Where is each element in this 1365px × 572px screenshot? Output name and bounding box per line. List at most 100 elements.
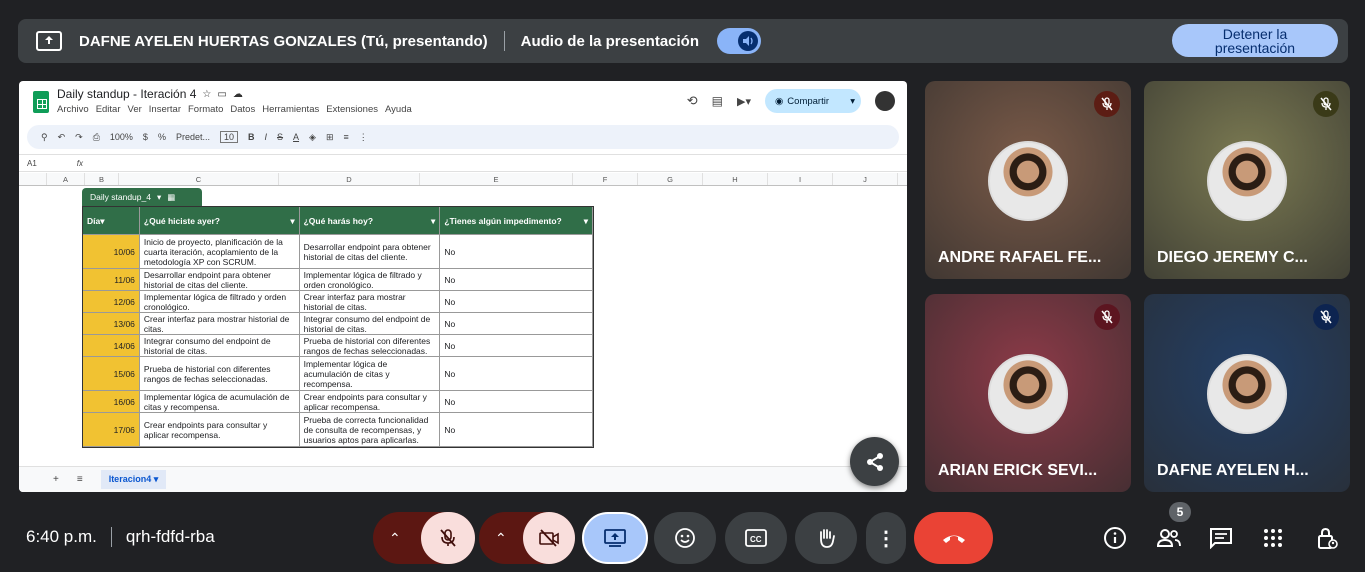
- undo-icon[interactable]: ↶: [58, 132, 66, 143]
- camera-off-button[interactable]: [523, 512, 575, 564]
- table-row[interactable]: 10/06 Inicio de proyecto, planificación d…: [83, 235, 594, 269]
- search-icon[interactable]: ⚲: [41, 132, 48, 143]
- present-button[interactable]: [582, 512, 648, 564]
- column-header[interactable]: I: [768, 173, 833, 185]
- more-options-button[interactable]: ⋮: [866, 512, 906, 564]
- zoom-select[interactable]: 100%: [110, 132, 133, 142]
- table-cell[interactable]: No: [440, 235, 594, 268]
- menu-item[interactable]: Archivo: [57, 104, 89, 115]
- shared-screen-sheet[interactable]: Daily standup - Iteración 4 ☆ ▭ ☁ Archiv…: [19, 81, 907, 492]
- host-controls-button[interactable]: [1313, 524, 1341, 552]
- captions-button[interactable]: CC: [725, 512, 787, 564]
- star-icon[interactable]: ☆: [202, 89, 211, 100]
- share-fab-button[interactable]: [850, 437, 899, 486]
- table-cell[interactable]: No: [440, 313, 594, 334]
- history-icon[interactable]: ⟲: [687, 93, 698, 109]
- table-cell[interactable]: Crear endpoints para consultar y aplicar…: [140, 413, 300, 446]
- header-ayer[interactable]: ¿Qué hiciste ayer? ▾: [140, 207, 300, 234]
- table-cell[interactable]: 14/06: [83, 335, 140, 356]
- people-button[interactable]: [1155, 524, 1183, 552]
- activities-button[interactable]: [1259, 524, 1287, 552]
- corner-cell[interactable]: [19, 173, 47, 185]
- menu-item[interactable]: Formato: [188, 104, 223, 115]
- column-header[interactable]: J: [833, 173, 898, 185]
- standup-table[interactable]: Día ▾ ¿Qué hiciste ayer? ▾ ¿Qué harás hoy?…: [82, 206, 594, 448]
- menu-item[interactable]: Ayuda: [385, 104, 412, 115]
- cell-ref[interactable]: A1: [27, 159, 37, 168]
- more-options-icon[interactable]: ⋮: [359, 132, 368, 143]
- table-cell[interactable]: No: [440, 391, 594, 412]
- menu-item[interactable]: Insertar: [149, 104, 181, 115]
- share-button[interactable]: ◉ Compartir ▾: [765, 89, 861, 113]
- table-cell[interactable]: Desarrollar endpoint para obtener histor…: [140, 269, 300, 290]
- table-cell[interactable]: 11/06: [83, 269, 140, 290]
- table-cell[interactable]: Prueba de historial con diferentes rango…: [300, 335, 441, 356]
- percent-icon[interactable]: %: [158, 132, 166, 142]
- column-header[interactable]: E: [420, 173, 573, 185]
- italic-icon[interactable]: I: [265, 132, 268, 142]
- currency-icon[interactable]: $: [143, 132, 148, 142]
- table-cell[interactable]: Crear interfaz para mostrar historial de…: [300, 291, 441, 312]
- camera-options-chevron-icon[interactable]: ⌃: [495, 530, 507, 547]
- text-color-icon[interactable]: A: [293, 132, 299, 142]
- table-cell[interactable]: No: [440, 413, 594, 446]
- table-cell[interactable]: Desarrollar endpoint para obtener histor…: [300, 235, 441, 268]
- table-row[interactable]: 12/06 Implementar lógica de filtrado y or…: [83, 291, 594, 313]
- audio-toggle[interactable]: [717, 28, 762, 54]
- meet-icon[interactable]: ▶▾: [737, 95, 751, 108]
- sheet-tab[interactable]: Iteracion4 ▾: [100, 470, 167, 489]
- table-cell[interactable]: Inicio de proyecto, planificación de la …: [140, 235, 300, 268]
- font-select[interactable]: Predet...: [176, 132, 210, 142]
- column-header[interactable]: F: [573, 173, 638, 185]
- menu-item[interactable]: Extensiones: [326, 104, 378, 115]
- mic-options-chevron-icon[interactable]: ⌃: [389, 530, 401, 547]
- table-name-tab[interactable]: Daily standup_4 ▾ ▦: [82, 188, 202, 206]
- fill-color-icon[interactable]: ◈: [309, 132, 316, 143]
- table-cell[interactable]: 13/06: [83, 313, 140, 334]
- add-sheet-icon[interactable]: +: [53, 474, 59, 485]
- table-cell[interactable]: Integrar consumo del endpoint de histori…: [140, 335, 300, 356]
- table-cell[interactable]: Crear endpoints para consultar y aplicar…: [300, 391, 441, 412]
- menu-item[interactable]: Herramientas: [262, 104, 319, 115]
- reactions-button[interactable]: [654, 512, 716, 564]
- header-day[interactable]: Día ▾: [83, 207, 140, 234]
- table-cell[interactable]: 16/06: [83, 391, 140, 412]
- participant-tile[interactable]: DAFNE AYELEN H...: [1144, 294, 1350, 492]
- redo-icon[interactable]: ↷: [75, 132, 83, 143]
- comments-icon[interactable]: ▤: [712, 94, 723, 108]
- table-cell[interactable]: No: [440, 357, 594, 390]
- table-row[interactable]: 14/06 Integrar consumo del endpoint de hi…: [83, 335, 594, 357]
- participant-tile[interactable]: ANDRE RAFAEL FE...: [925, 81, 1131, 279]
- table-cell[interactable]: Implementar lógica de filtrado y orden c…: [300, 269, 441, 290]
- menu-item[interactable]: Ver: [128, 104, 142, 115]
- participant-tile[interactable]: ARIAN ERICK SEVI...: [925, 294, 1131, 492]
- table-row[interactable]: 16/06 Implementar lógica de acumulación d…: [83, 391, 594, 413]
- table-cell[interactable]: 10/06: [83, 235, 140, 268]
- table-row[interactable]: 15/06 Prueba de historial con diferentes …: [83, 357, 594, 391]
- raise-hand-button[interactable]: [795, 512, 857, 564]
- table-cell[interactable]: Prueba de historial con diferentes rango…: [140, 357, 300, 390]
- meeting-details-button[interactable]: [1101, 524, 1129, 552]
- cloud-icon[interactable]: ☁: [233, 89, 243, 100]
- table-cell[interactable]: 15/06: [83, 357, 140, 390]
- table-row[interactable]: 13/06 Crear interfaz para mostrar histori…: [83, 313, 594, 335]
- column-header[interactable]: G: [638, 173, 703, 185]
- align-icon[interactable]: ≡: [344, 132, 349, 142]
- table-cell[interactable]: 17/06: [83, 413, 140, 446]
- sheet-grid[interactable]: ABCDEFGHIJ: [19, 173, 907, 186]
- folder-icon[interactable]: ▭: [217, 89, 226, 100]
- menu-item[interactable]: Editar: [96, 104, 121, 115]
- column-header[interactable]: D: [279, 173, 420, 185]
- table-row[interactable]: 17/06 Crear endpoints para consultar y ap…: [83, 413, 594, 447]
- table-cell[interactable]: No: [440, 291, 594, 312]
- table-cell[interactable]: 12/06: [83, 291, 140, 312]
- table-cell[interactable]: Implementar lógica de acumulación de cit…: [300, 357, 441, 390]
- table-cell[interactable]: Implementar lógica de filtrado y orden c…: [140, 291, 300, 312]
- header-impedimento[interactable]: ¿Tienes algún impedimento? ▾: [440, 207, 594, 234]
- table-cell[interactable]: Integrar consumo del endpoint de histori…: [300, 313, 441, 334]
- borders-icon[interactable]: ⊞: [326, 132, 334, 143]
- bold-icon[interactable]: B: [248, 132, 255, 142]
- strikethrough-icon[interactable]: S: [277, 132, 283, 142]
- menu-item[interactable]: Datos: [230, 104, 255, 115]
- column-header[interactable]: C: [119, 173, 279, 185]
